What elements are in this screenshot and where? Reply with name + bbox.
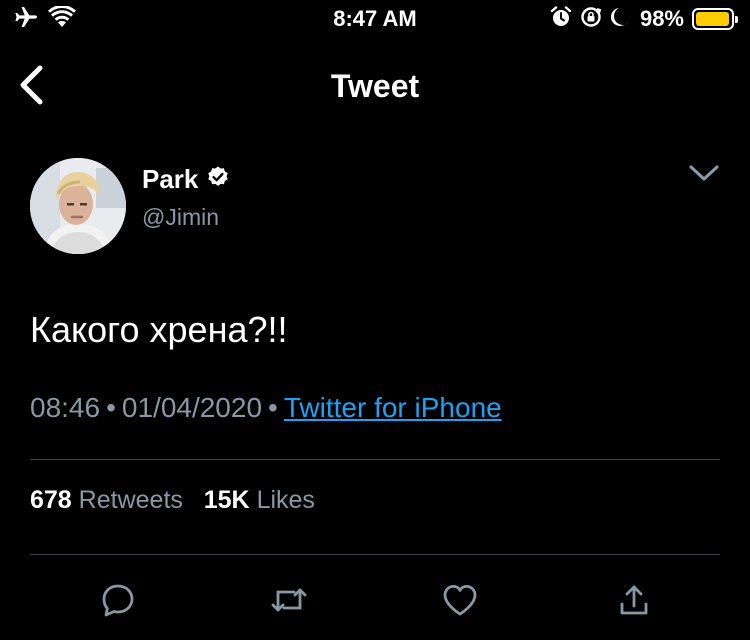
alarm-icon [550, 5, 572, 33]
meta-separator: • [268, 392, 278, 423]
author-name[interactable]: Park [142, 164, 198, 195]
verified-badge-icon [206, 165, 230, 194]
chevron-down-icon [689, 165, 719, 181]
action-bar [0, 578, 750, 622]
divider [30, 554, 720, 555]
reply-icon [102, 584, 134, 617]
likes-stat[interactable]: 15K Likes [204, 486, 315, 514]
tweet-meta: 08:46 • 01/04/2020 • Twitter for iPhone [30, 390, 502, 426]
like-button[interactable] [438, 578, 482, 622]
share-icon [620, 585, 648, 615]
battery-percent: 98% [639, 6, 684, 31]
retweets-stat[interactable]: 678 Retweets [30, 486, 183, 514]
page-title: Tweet [330, 68, 420, 104]
retweets-count: 678 [30, 486, 72, 514]
retweets-label: Retweets [78, 486, 183, 514]
meta-separator: • [106, 392, 116, 423]
likes-label: Likes [256, 486, 315, 514]
nav-header: Tweet [0, 50, 750, 120]
moon-icon [610, 6, 630, 33]
tweet-stats: 678 Retweets 15K Likes [30, 484, 315, 516]
battery-icon [692, 8, 738, 30]
like-icon [443, 585, 477, 616]
divider [30, 459, 720, 460]
more-options-button[interactable] [686, 160, 722, 186]
tweet-date: 01/04/2020 [121, 392, 263, 423]
status-bar: 8:47 AM 98% [0, 0, 750, 40]
author-name-row: Park [142, 164, 230, 195]
avatar[interactable] [30, 158, 126, 254]
tweet-text: Какого хрена?!! [30, 309, 288, 350]
likes-count: 15K [203, 486, 250, 514]
rotation-lock-icon [580, 6, 602, 33]
tweet-time: 08:46 [30, 392, 101, 423]
author-handle[interactable]: @Jimin [142, 204, 219, 231]
tweet-source-link[interactable]: Twitter for iPhone [284, 392, 502, 423]
status-right: 98% [550, 5, 738, 33]
retweet-button[interactable] [267, 578, 311, 622]
battery-nub [735, 16, 738, 23]
reply-button[interactable] [96, 578, 140, 622]
retweet-icon [271, 588, 307, 612]
share-button[interactable] [612, 578, 656, 622]
battery-fill [696, 12, 730, 26]
